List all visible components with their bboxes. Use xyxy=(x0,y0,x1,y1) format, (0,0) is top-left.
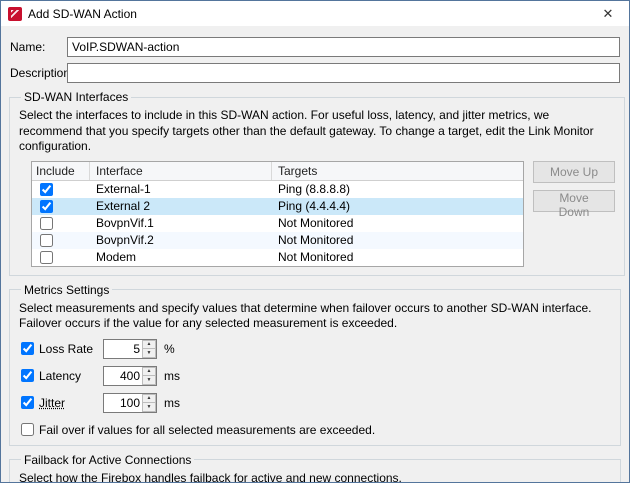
table-row[interactable]: External 2 Ping (4.4.4.4) xyxy=(32,198,523,215)
sdwan-interfaces-description: Select the interfaces to include in this… xyxy=(19,108,615,155)
description-row: Description: xyxy=(10,63,620,83)
metrics-settings-title: Metrics Settings xyxy=(21,283,112,297)
add-sdwan-action-dialog: Add SD-WAN Action ✕ Name: Description: S… xyxy=(0,0,630,483)
failback-title: Failback for Active Connections xyxy=(21,453,194,467)
close-button[interactable]: ✕ xyxy=(587,1,629,26)
loss-rate-row: Loss Rate ▲ ▼ % xyxy=(21,339,611,359)
loss-rate-unit: % xyxy=(164,342,175,356)
all-measurements-checkbox[interactable] xyxy=(21,423,34,436)
jitter-row: Jitter ▲ ▼ ms xyxy=(21,393,611,413)
interface-cell: BovpnVif.1 xyxy=(90,216,272,230)
failback-group: Failback for Active Connections Select h… xyxy=(9,453,621,483)
targets-cell: Not Monitored xyxy=(272,250,523,264)
targets-cell: Not Monitored xyxy=(272,233,523,247)
targets-cell: Ping (4.4.4.4) xyxy=(272,199,523,213)
all-measurements-row: Fail over if values for all selected mea… xyxy=(21,423,611,437)
loss-rate-input[interactable] xyxy=(104,340,142,358)
window-title: Add SD-WAN Action xyxy=(28,7,137,21)
move-down-button[interactable]: Move Down xyxy=(533,190,615,212)
latency-input[interactable] xyxy=(104,367,142,385)
loss-rate-checkbox[interactable] xyxy=(21,342,34,355)
targets-cell: Not Monitored xyxy=(272,216,523,230)
spin-up-icon[interactable]: ▲ xyxy=(142,340,156,350)
interface-cell: External-1 xyxy=(90,182,272,196)
spin-down-icon[interactable]: ▼ xyxy=(142,376,156,385)
include-checkbox[interactable] xyxy=(40,234,53,247)
spin-down-icon[interactable]: ▼ xyxy=(142,349,156,358)
table-row[interactable]: Modem Not Monitored xyxy=(32,249,523,266)
description-input[interactable] xyxy=(67,63,620,83)
name-input[interactable] xyxy=(67,37,620,57)
interface-cell: External 2 xyxy=(90,199,272,213)
description-label: Description: xyxy=(10,66,67,80)
jitter-spinner: ▲ ▼ xyxy=(103,393,157,413)
include-checkbox[interactable] xyxy=(40,217,53,230)
column-header-targets[interactable]: Targets xyxy=(272,162,523,180)
move-up-button[interactable]: Move Up xyxy=(533,161,615,183)
latency-spinner: ▲ ▼ xyxy=(103,366,157,386)
titlebar: Add SD-WAN Action ✕ xyxy=(1,1,629,26)
jitter-unit: ms xyxy=(164,396,180,410)
interfaces-table: Include Interface Targets External-1 Pin… xyxy=(31,161,524,267)
loss-rate-spinner: ▲ ▼ xyxy=(103,339,157,359)
include-checkbox[interactable] xyxy=(40,183,53,196)
interface-cell: Modem xyxy=(90,250,272,264)
column-header-interface[interactable]: Interface xyxy=(90,162,272,180)
jitter-input[interactable] xyxy=(104,394,142,412)
latency-checkbox[interactable] xyxy=(21,369,34,382)
jitter-label: Jitter xyxy=(39,396,103,410)
table-row[interactable]: External-1 Ping (8.8.8.8) xyxy=(32,181,523,198)
table-row[interactable]: BovpnVif.2 Not Monitored xyxy=(32,232,523,249)
latency-unit: ms xyxy=(164,369,180,383)
spin-up-icon[interactable]: ▲ xyxy=(142,394,156,404)
jitter-checkbox[interactable] xyxy=(21,396,34,409)
failback-description: Select how the Firebox handles failback … xyxy=(19,471,611,483)
latency-row: Latency ▲ ▼ ms xyxy=(21,366,611,386)
app-icon xyxy=(8,7,22,21)
name-row: Name: xyxy=(10,37,620,57)
sdwan-interfaces-title: SD-WAN Interfaces xyxy=(21,90,131,104)
spin-up-icon[interactable]: ▲ xyxy=(142,367,156,377)
targets-cell: Ping (8.8.8.8) xyxy=(272,182,523,196)
include-checkbox[interactable] xyxy=(40,251,53,264)
latency-label: Latency xyxy=(39,369,103,383)
metrics-settings-description: Select measurements and specify values t… xyxy=(19,301,611,332)
column-header-include[interactable]: Include xyxy=(32,162,90,180)
table-row[interactable]: BovpnVif.1 Not Monitored xyxy=(32,215,523,232)
name-label: Name: xyxy=(10,40,67,54)
include-checkbox[interactable] xyxy=(40,200,53,213)
loss-rate-label: Loss Rate xyxy=(39,342,103,356)
all-measurements-label: Fail over if values for all selected mea… xyxy=(39,423,375,437)
spin-down-icon[interactable]: ▼ xyxy=(142,403,156,412)
sdwan-interfaces-group: SD-WAN Interfaces Select the interfaces … xyxy=(9,90,625,276)
table-header: Include Interface Targets xyxy=(32,162,523,181)
metrics-settings-group: Metrics Settings Select measurements and… xyxy=(9,283,621,446)
interface-cell: BovpnVif.2 xyxy=(90,233,272,247)
